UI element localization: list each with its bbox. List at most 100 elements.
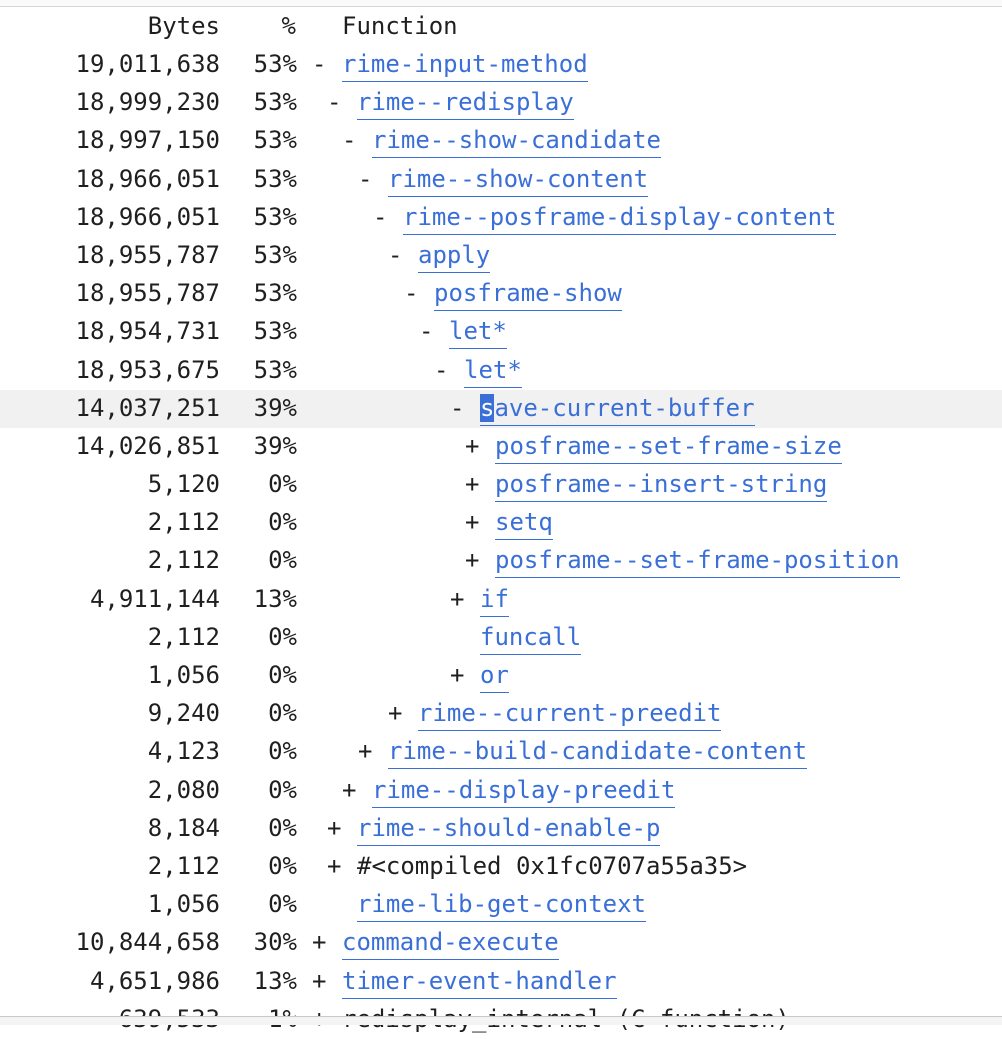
percent-cell: 0% [268,661,297,689]
tree-row[interactable]: 8,184 0% + rime--should-enable-p [0,810,1002,848]
function-link[interactable]: rime--display-preedit [372,775,676,808]
bytes-cell: 2,112 [147,622,220,651]
function-link[interactable]: rime--current-preedit [418,699,722,732]
expand-toggle[interactable]: + [465,508,495,536]
tree-row[interactable]: 2,112 0% funcall [0,619,1002,657]
function-link[interactable]: if [480,584,509,617]
percent-cell: 0% [268,699,297,728]
expand-toggle[interactable]: + [450,585,480,613]
tree-row[interactable]: 2,112 0% + posframe--set-frame-position [0,542,1002,580]
function-link[interactable]: funcall [480,622,582,655]
expand-toggle[interactable]: + [465,432,495,460]
percent-cell: 13% [253,966,297,995]
text-cursor: s [480,393,495,422]
expand-toggle[interactable]: + [465,546,495,574]
tree-row[interactable]: 18,997,150 53% - rime--show-candidate [0,122,1002,160]
function-link[interactable]: timer-event-handler [342,966,617,999]
percent-cell: 53% [253,355,297,384]
collapse-toggle[interactable]: - [404,279,434,307]
collapse-toggle[interactable]: - [388,241,418,269]
function-link[interactable]: command-execute [342,928,559,961]
percent-cell: 39% [253,431,297,460]
bytes-cell: 19,011,638 [75,50,221,78]
tree-row[interactable]: 2,112 0% + #<compiled 0x1fc0707a55a35> [0,848,1002,886]
function-link[interactable]: posframe--insert-string [495,470,828,503]
bytes-cell: 9,240 [147,699,220,728]
tree-row[interactable]: 1,056 0% rime-lib-get-context [0,886,1002,924]
percent-cell: 53% [253,279,297,308]
profiler-tree: 19,011,638 53% - rime-input-method 18,999… [0,46,1002,1039]
tree-row[interactable]: 2,112 0% + setq [0,504,1002,542]
percent-cell: 0% [268,737,297,766]
collapse-toggle[interactable]: - [327,88,357,116]
function-link[interactable]: rime-lib-get-context [357,890,646,923]
tree-row[interactable]: 14,026,851 39% + posframe--set-frame-size [0,428,1002,466]
header-percent: % [281,12,296,40]
expand-toggle[interactable]: + [312,928,342,956]
tree-row[interactable]: 4,911,144 13% + if [0,581,1002,619]
function-link[interactable]: rime--show-candidate [372,126,661,159]
bytes-cell: 8,184 [147,813,220,842]
percent-cell: 53% [253,164,297,193]
function-link[interactable]: rime--show-content [388,164,649,197]
tree-row[interactable]: 5,120 0% + posframe--insert-string [0,466,1002,504]
expand-toggle[interactable]: + [342,776,372,804]
expand-toggle[interactable]: + [327,814,357,842]
function-link[interactable]: rime--redisplay [357,88,574,121]
percent-cell: 13% [253,584,297,613]
expand-toggle[interactable]: + [465,470,495,498]
function-link[interactable]: setq [495,508,553,541]
function-link[interactable]: save-current-buffer [480,393,755,426]
expand-toggle[interactable]: + [327,852,357,880]
tree-row[interactable]: 4,123 0% + rime--build-candidate-content [0,733,1002,771]
tree-row[interactable]: 18,966,051 53% - rime--show-content [0,161,1002,199]
bytes-cell: 2,112 [147,546,220,575]
tree-row[interactable]: 18,953,675 53% - let* [0,352,1002,390]
expand-toggle[interactable]: + [388,699,418,727]
function-link[interactable]: let* [464,355,522,388]
tree-row[interactable]: 18,955,787 53% - posframe-show [0,275,1002,313]
tree-row[interactable]: 10,844,658 30% + command-execute [0,924,1002,962]
collapse-toggle[interactable]: - [419,317,449,345]
expand-toggle[interactable]: + [358,737,388,765]
expand-toggle[interactable]: + [450,661,480,689]
tree-row[interactable]: 2,080 0% + rime--display-preedit [0,772,1002,810]
bytes-cell: 18,997,150 [75,126,221,155]
tree-row[interactable]: 4,651,986 13% + timer-event-handler [0,963,1002,1001]
expand-toggle[interactable]: + [312,967,342,995]
function-link[interactable]: or [480,661,509,693]
tree-row[interactable]: 18,999,230 53% - rime--redisplay [0,84,1002,122]
bytes-cell: 14,026,851 [75,431,221,460]
collapse-toggle[interactable]: - [312,50,342,78]
tree-row[interactable]: 19,011,638 53% - rime-input-method [0,46,1002,84]
function-link[interactable]: rime--posframe-display-content [403,202,837,235]
tree-row[interactable]: 18,954,731 53% - let* [0,313,1002,351]
percent-cell: 0% [268,470,297,499]
collapse-toggle[interactable]: - [450,394,480,422]
percent-cell: 39% [253,393,297,422]
function-link[interactable]: posframe-show [434,279,622,312]
percent-cell: 0% [268,890,297,919]
tree-row[interactable]: 18,966,051 53% - rime--posframe-display-c… [0,199,1002,237]
function-link[interactable]: rime--build-candidate-content [388,737,808,770]
collapse-toggle[interactable]: - [358,165,388,193]
function-link[interactable]: let* [449,317,507,350]
tree-row[interactable]: 1,056 0% + or [0,657,1002,695]
tree-row-selected[interactable]: 14,037,251 39% - save-current-buffer [0,389,1002,428]
function-link[interactable]: posframe--set-frame-position [495,546,900,579]
percent-cell: 53% [253,240,297,269]
function-link[interactable]: posframe--set-frame-size [495,431,842,464]
collapse-toggle[interactable]: - [373,203,403,231]
bytes-cell: 18,954,731 [75,317,221,346]
collapse-toggle[interactable]: - [342,126,372,154]
bytes-cell: 1,056 [147,661,220,689]
header-bytes: Bytes [147,12,220,40]
function-link[interactable]: rime--should-enable-p [357,813,661,846]
percent-cell: 0% [268,813,297,842]
tree-row[interactable]: 18,955,787 53% - apply [0,237,1002,275]
function-link[interactable]: apply [418,240,491,273]
function-link[interactable]: rime-input-method [342,50,588,82]
tree-row[interactable]: 9,240 0% + rime--current-preedit [0,695,1002,733]
bytes-cell: 10,844,658 [75,928,221,957]
collapse-toggle[interactable]: - [434,356,464,384]
